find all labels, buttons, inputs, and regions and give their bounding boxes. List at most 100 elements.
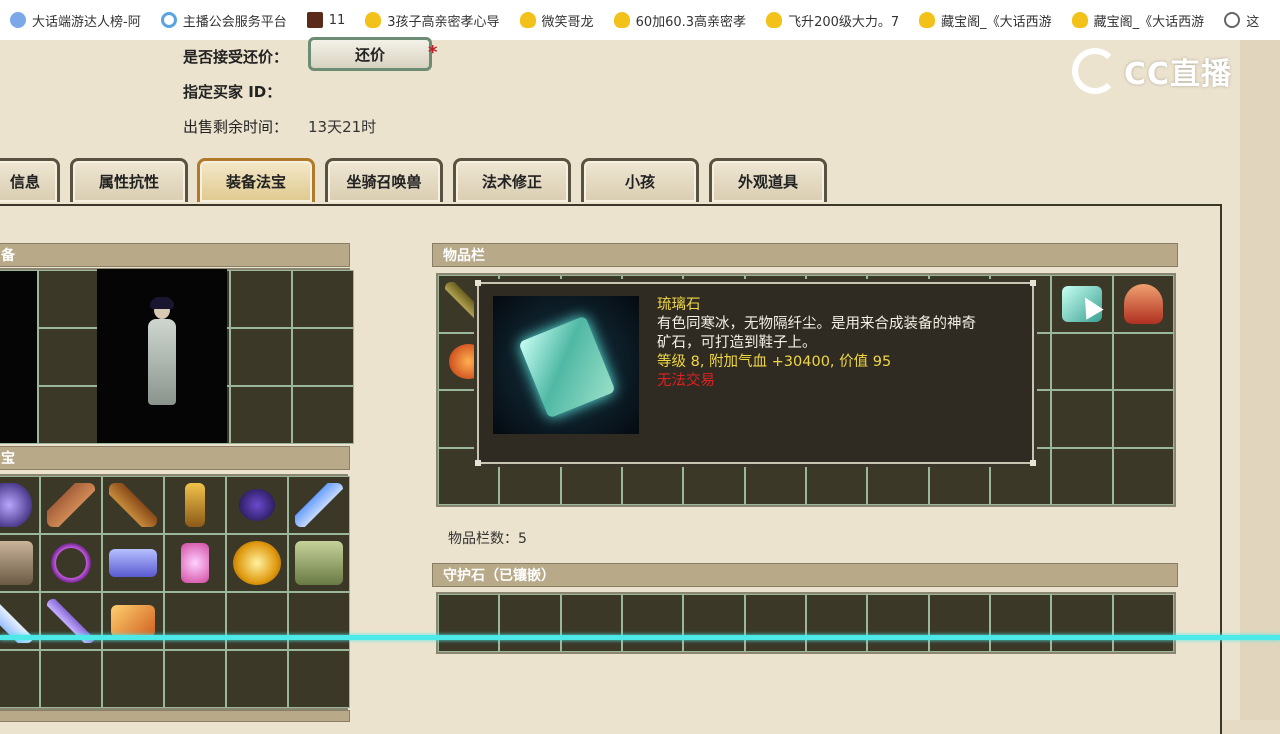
treasure-slot[interactable] — [102, 534, 164, 592]
guard-stone-grid — [436, 592, 1176, 654]
treasure-grid — [0, 474, 350, 710]
treasure-slot[interactable] — [226, 592, 288, 650]
treasure-slot[interactable] — [288, 592, 350, 650]
treasure-item[interactable] — [0, 541, 33, 585]
treasure-item[interactable] — [233, 541, 281, 585]
inventory-item[interactable] — [1123, 284, 1163, 324]
treasure-slot[interactable] — [102, 650, 164, 708]
treasure-item[interactable] — [295, 483, 343, 527]
equip-slot[interactable] — [230, 270, 292, 328]
equip-slot[interactable] — [292, 386, 354, 444]
treasure-item[interactable] — [0, 483, 33, 527]
equip-slot[interactable] — [38, 270, 100, 328]
inventory-slot[interactable] — [1112, 275, 1174, 333]
bookmark-item[interactable]: 这 — [1214, 11, 1269, 30]
treasure-item[interactable] — [109, 483, 157, 527]
treasure-item[interactable] — [111, 605, 155, 637]
character-body — [148, 319, 176, 405]
treasure-item[interactable] — [181, 543, 209, 583]
guard-stone-slot[interactable] — [928, 594, 990, 652]
treasure-slot[interactable] — [226, 534, 288, 592]
treasure-slot[interactable] — [164, 650, 226, 708]
guard-stone-slot[interactable] — [621, 594, 684, 652]
guard-stone-slot[interactable] — [989, 594, 1052, 652]
bookmark-item[interactable]: 主播公会服务平台 — [151, 11, 297, 30]
tab-spells[interactable]: 法术修正 — [453, 158, 571, 202]
inventory-slot[interactable] — [1112, 447, 1174, 505]
treasure-slot[interactable] — [288, 650, 350, 708]
inventory-slot[interactable] — [1112, 332, 1174, 390]
bookmark-label: 60加60.3高亲密孝 — [635, 14, 747, 30]
equip-slot[interactable] — [38, 386, 100, 444]
tab-info[interactable]: 信息 — [0, 158, 60, 202]
globe-icon — [1224, 12, 1241, 28]
guard-stone-slot[interactable] — [867, 594, 929, 652]
equip-slot[interactable] — [38, 328, 100, 386]
overlay-scanline — [0, 635, 1280, 640]
bookmark-item[interactable]: 藏宝阁_《大话西游 — [909, 11, 1062, 30]
treasure-slot[interactable] — [164, 476, 226, 534]
tab-appearance[interactable]: 外观道具 — [709, 158, 827, 202]
guard-stone-slot[interactable] — [438, 594, 500, 652]
inventory-slot[interactable] — [1051, 332, 1113, 390]
inventory-slot[interactable] — [1112, 390, 1174, 448]
treasure-slot[interactable] — [288, 534, 350, 592]
equip-slot[interactable] — [292, 270, 354, 328]
guard-stone-slot[interactable] — [1051, 594, 1113, 652]
treasure-item[interactable] — [47, 483, 95, 527]
inventory-panel-header: 物品栏 — [432, 243, 1178, 267]
guard-stone-slot[interactable] — [805, 594, 868, 652]
treasure-slot[interactable] — [0, 592, 40, 650]
tab-attributes[interactable]: 属性抗性 — [70, 158, 188, 202]
duck-icon — [365, 12, 382, 28]
equip-slot[interactable] — [230, 386, 292, 444]
treasure-slot[interactable] — [226, 476, 288, 534]
treasure-slot[interactable] — [0, 650, 40, 708]
tooltip-description-line: 矿石，可打造到鞋子上。 — [657, 335, 817, 351]
guard-stone-slot[interactable] — [560, 594, 622, 652]
bookmark-item[interactable]: 60加60.3高亲密孝 — [604, 11, 757, 30]
treasure-slot[interactable] — [40, 592, 102, 650]
inventory-slot[interactable] — [1051, 447, 1113, 505]
treasure-item[interactable] — [185, 483, 205, 527]
guard-stone-slot[interactable] — [744, 594, 806, 652]
treasure-slot[interactable] — [102, 592, 164, 650]
treasure-slot[interactable] — [164, 592, 226, 650]
bookmark-item[interactable]: 藏宝阁_《大话西游 — [1062, 11, 1215, 30]
bookmark-item[interactable]: 大话端游达人榜-阿 — [0, 11, 151, 30]
treasure-slot[interactable] — [40, 650, 102, 708]
treasure-slot[interactable] — [40, 476, 102, 534]
bookmark-item[interactable]: 3孩子高亲密孝心导 — [355, 11, 509, 30]
treasure-slot[interactable] — [102, 476, 164, 534]
treasure-slot[interactable] — [40, 534, 102, 592]
treasure-item[interactable] — [109, 549, 157, 577]
tab-mounts[interactable]: 坐骑召唤兽 — [325, 158, 443, 202]
tooltip-text: 琉璃石 有色同寒冰，无物隔纤尘。是用来合成装备的神奇 矿石，可打造到鞋子上。 等… — [657, 296, 1027, 391]
treasure-slot[interactable] — [0, 534, 40, 592]
bookmark-item[interactable]: 飞升200级大力。7 — [756, 11, 909, 30]
equip-slot[interactable] — [292, 328, 354, 386]
treasure-item[interactable] — [47, 541, 95, 585]
treasure-slot[interactable] — [164, 534, 226, 592]
inventory-slot[interactable] — [1051, 390, 1113, 448]
tab-equipment[interactable]: 装备法宝 — [197, 158, 315, 202]
page: 是否接受还价： 还价 * 指定买家 ID： 出售剩余时间： 13天21时 CC直… — [0, 37, 1280, 734]
accept-counter-label: 是否接受还价： — [183, 48, 289, 66]
guard-stone-slot[interactable] — [499, 594, 561, 652]
bookmark-item[interactable]: 11 — [297, 12, 356, 28]
tab-child[interactable]: 小孩 — [581, 158, 699, 202]
treasure-slot[interactable] — [226, 650, 288, 708]
treasure-slot[interactable] — [0, 476, 40, 534]
ring-icon — [160, 12, 177, 28]
equip-slot[interactable] — [230, 328, 292, 386]
treasure-item[interactable] — [295, 541, 343, 585]
counter-offer-button[interactable]: 还价 — [308, 37, 432, 71]
bookmark-label: 藏宝阁_《大话西游 — [1093, 14, 1205, 30]
guard-stone-slot[interactable] — [683, 594, 745, 652]
bookmark-item[interactable]: 微笑哥龙 — [510, 11, 604, 30]
treasure-slot[interactable] — [288, 476, 350, 534]
tooltip-item-image — [493, 296, 639, 434]
guard-stone-slot[interactable] — [1112, 594, 1174, 652]
treasure-item[interactable] — [239, 489, 275, 521]
cc-live-logo: CC直播 — [1072, 48, 1232, 94]
